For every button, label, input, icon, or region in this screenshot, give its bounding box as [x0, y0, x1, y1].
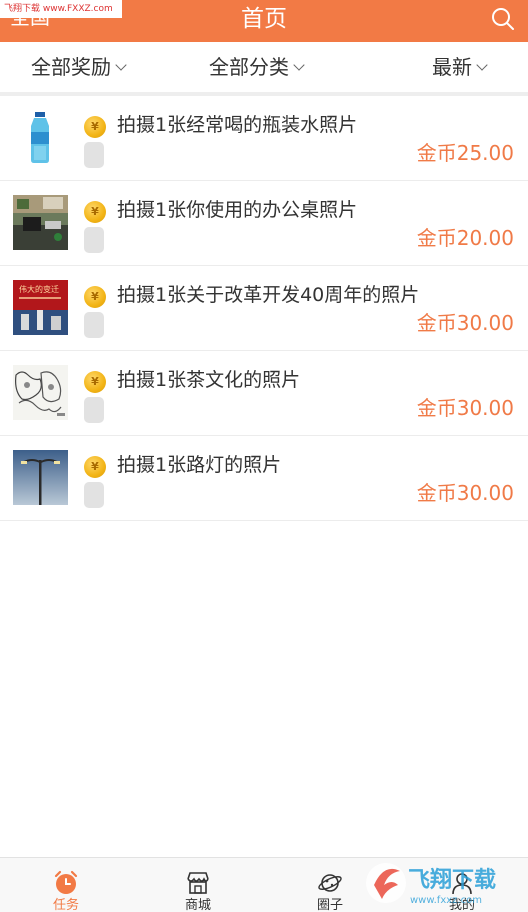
task-reward: 金币20.00: [416, 226, 514, 250]
filter-reward[interactable]: 全部奖励: [31, 54, 127, 80]
store-icon: [187, 872, 209, 894]
search-icon[interactable]: [490, 6, 516, 32]
home-screen: 全国 飞翔下载 www.FXXZ.com 首页 全部奖励 全部分类 最新: [0, 0, 528, 912]
task-row[interactable]: ¥ 拍摄1张经常喝的瓶装水照片 金币25.00: [0, 96, 528, 181]
tab-task-label: 任务: [52, 898, 79, 912]
task-title: 拍摄1张你使用的办公桌照片: [117, 199, 358, 221]
chevron-down-icon: [293, 59, 305, 71]
coin-icon: ¥: [84, 371, 106, 393]
tea-culture-thumbnail: [13, 365, 68, 420]
task-title: 拍摄1张关于改革开发40周年的照片: [117, 284, 420, 306]
water-bottle-thumbnail: [13, 110, 68, 165]
placeholder-badge: [84, 482, 104, 508]
office-desk-thumbnail: [13, 195, 68, 250]
alarm-clock-icon: [54, 870, 78, 894]
task-reward: 金币30.00: [416, 311, 514, 335]
task-list: ¥ 拍摄1张经常喝的瓶装水照片 金币25.00 ¥ 拍摄1张你使用的办公桌照片 …: [0, 96, 528, 521]
task-reward: 金币30.00: [416, 481, 514, 505]
page-title: 首页: [241, 6, 287, 32]
filter-sort[interactable]: 最新: [432, 54, 488, 80]
coin-icon: ¥: [84, 286, 106, 308]
reform-anniversary-thumbnail: 伟大的变迁: [13, 280, 68, 335]
placeholder-badge: [84, 142, 104, 168]
filter-sort-label: 最新: [432, 55, 472, 79]
task-reward: 金币25.00: [416, 141, 514, 165]
coin-icon: ¥: [84, 456, 106, 478]
tab-store[interactable]: 商城: [132, 858, 264, 912]
top-bar: 全国 飞翔下载 www.FXXZ.com 首页: [0, 0, 528, 42]
chevron-down-icon: [115, 59, 127, 71]
planet-icon: [318, 874, 342, 892]
placeholder-badge: [84, 227, 104, 253]
filter-category-label: 全部分类: [209, 55, 289, 79]
chevron-down-icon: [476, 59, 488, 71]
task-row[interactable]: ¥ 拍摄1张你使用的办公桌照片 金币20.00: [0, 181, 528, 266]
task-row[interactable]: ¥ 拍摄1张路灯的照片 金币30.00: [0, 436, 528, 521]
task-title: 拍摄1张茶文化的照片: [117, 369, 301, 391]
placeholder-badge: [84, 312, 104, 338]
coin-icon: ¥: [84, 201, 106, 223]
svg-text:飞翔下载: 飞翔下载: [408, 867, 496, 893]
placeholder-badge: [84, 397, 104, 423]
thumb-caption: 伟大的变迁: [19, 284, 59, 294]
task-row[interactable]: ¥ 拍摄1张茶文化的照片 金币30.00: [0, 351, 528, 436]
filter-reward-label: 全部奖励: [31, 55, 111, 79]
task-row[interactable]: 伟大的变迁 ¥ 拍摄1张关于改革开发40周年的照片 金币30.00: [0, 266, 528, 351]
filter-category[interactable]: 全部分类: [209, 54, 305, 80]
coin-icon: ¥: [84, 116, 106, 138]
tab-task[interactable]: 任务: [0, 858, 132, 912]
svg-text:www.fxxz.com: www.fxxz.com: [410, 895, 482, 906]
tab-store-label: 商城: [184, 898, 211, 912]
task-title: 拍摄1张经常喝的瓶装水照片: [117, 114, 358, 136]
filter-bar: 全部奖励 全部分类 最新: [0, 42, 528, 96]
site-logo-watermark: 飞翔下载 www.fxxz.com: [366, 863, 496, 906]
task-title: 拍摄1张路灯的照片: [117, 454, 282, 476]
task-reward: 金币30.00: [416, 396, 514, 420]
street-lamp-thumbnail: [13, 450, 68, 505]
